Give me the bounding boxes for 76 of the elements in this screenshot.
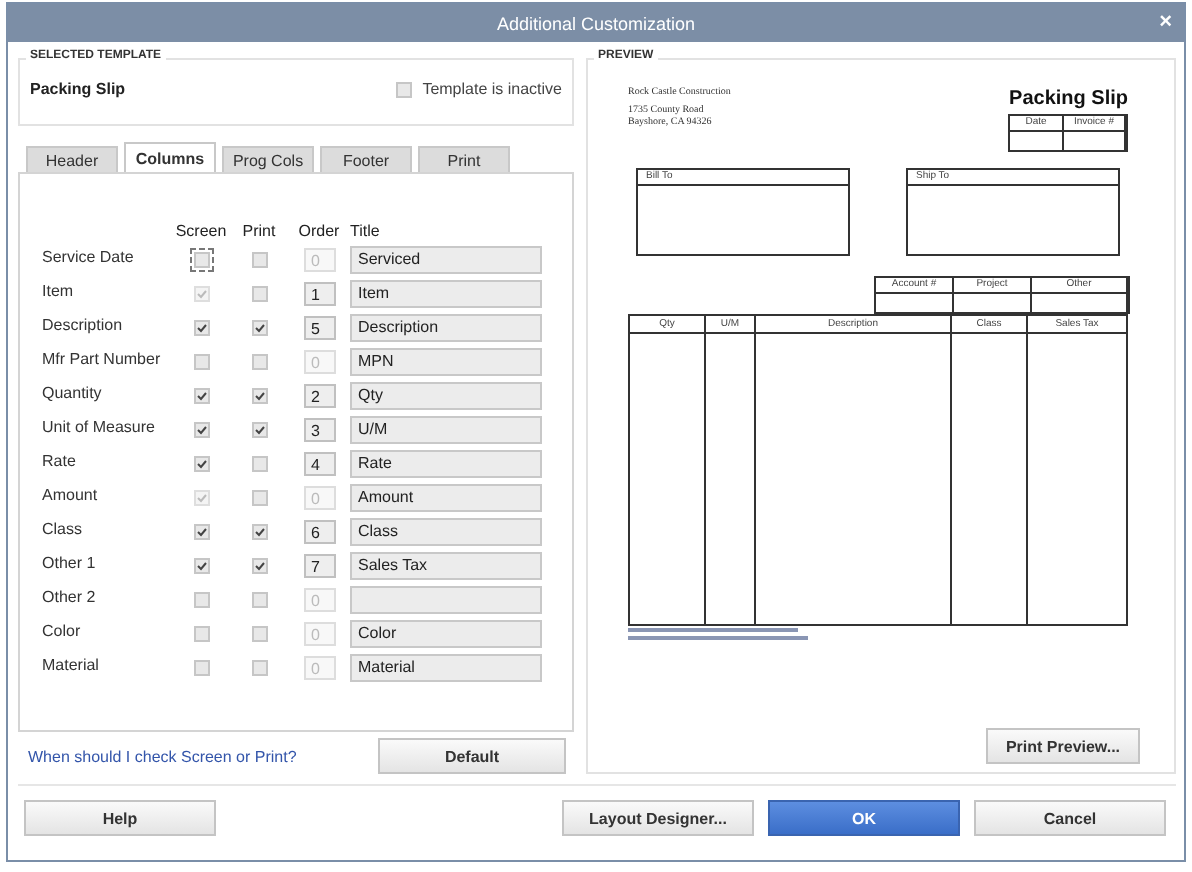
row-label: Other 1 xyxy=(42,553,98,572)
row-label: Unit of Measure xyxy=(42,417,157,436)
order-field[interactable]: 5 xyxy=(303,316,335,341)
column-header: Print xyxy=(240,222,278,241)
title-field[interactable]: Amount xyxy=(350,484,542,513)
row-label: Quantity xyxy=(42,383,104,402)
help-link[interactable]: When should I check Screen or Print? xyxy=(28,747,297,765)
title-field[interactable]: Material xyxy=(350,654,542,683)
row-label: Color xyxy=(42,621,83,640)
dialog-button[interactable]: Cancel xyxy=(974,800,1166,836)
screen-checkbox[interactable] xyxy=(193,660,209,677)
row-label: Description xyxy=(42,315,125,334)
screen-checkbox[interactable] xyxy=(193,558,209,575)
screen-checkbox[interactable] xyxy=(193,388,209,405)
title-field[interactable]: Qty xyxy=(350,382,542,411)
screen-checkbox[interactable] xyxy=(193,422,209,439)
print-checkbox[interactable] xyxy=(251,490,267,507)
print-checkbox[interactable] xyxy=(251,286,267,303)
row-label: Service Date xyxy=(42,247,136,266)
print-checkbox[interactable] xyxy=(251,422,267,439)
title-field[interactable]: MPN xyxy=(350,348,542,377)
column-header: Screen xyxy=(173,222,229,241)
print-checkbox[interactable] xyxy=(251,252,267,269)
title-field[interactable]: Sales Tax xyxy=(350,552,542,581)
print-checkbox[interactable] xyxy=(251,558,267,575)
print-checkbox[interactable] xyxy=(251,524,267,541)
tab[interactable]: Print xyxy=(418,146,510,173)
print-checkbox[interactable] xyxy=(251,456,267,473)
order-field[interactable]: 1 xyxy=(303,282,335,307)
column-header: Title xyxy=(350,222,382,241)
document-title: Packing Slip xyxy=(1009,88,1128,110)
title-field[interactable]: Item xyxy=(350,280,542,309)
window-title: Additional Customization xyxy=(496,13,696,33)
dialog-button[interactable]: OK xyxy=(768,800,960,836)
title-field[interactable]: U/M xyxy=(350,416,542,445)
print-checkbox[interactable] xyxy=(251,320,267,337)
title-field[interactable]: Serviced xyxy=(350,246,542,275)
default-button[interactable]: Default xyxy=(378,738,566,774)
row-label: Class xyxy=(42,519,85,538)
order-field[interactable]: 3 xyxy=(303,418,335,443)
print-checkbox[interactable] xyxy=(251,592,267,609)
column-header: Order xyxy=(296,222,342,241)
print-preview-button[interactable]: Print Preview... xyxy=(986,728,1140,764)
row-label: Other 2 xyxy=(42,587,98,606)
template-name: Packing Slip xyxy=(30,80,126,98)
title-field[interactable]: Color xyxy=(350,620,542,649)
print-checkbox[interactable] xyxy=(251,388,267,405)
print-checkbox[interactable] xyxy=(251,660,267,677)
tab[interactable]: Prog Cols xyxy=(222,146,314,173)
print-checkbox[interactable] xyxy=(251,626,267,643)
tab[interactable]: Header xyxy=(26,146,118,173)
row-label: Material xyxy=(42,655,101,674)
title-field[interactable]: Class xyxy=(350,518,542,547)
row-label: Mfr Part Number xyxy=(42,349,163,368)
order-field[interactable]: 7 xyxy=(303,554,335,579)
dialog-button[interactable]: Help xyxy=(24,800,216,836)
print-checkbox[interactable] xyxy=(251,354,267,371)
order-field[interactable]: 2 xyxy=(303,384,335,409)
row-label: Rate xyxy=(42,451,78,470)
screen-checkbox[interactable] xyxy=(193,354,209,371)
title-field[interactable]: Description xyxy=(350,314,542,343)
row-label: Item xyxy=(42,281,76,300)
order-field[interactable]: 6 xyxy=(303,520,335,545)
inactive-label: Template is inactive xyxy=(422,80,562,98)
tab[interactable]: Columns xyxy=(124,142,216,173)
dialog-button[interactable]: Layout Designer... xyxy=(562,800,754,836)
order-field[interactable]: 4 xyxy=(303,452,335,477)
screen-checkbox[interactable] xyxy=(193,456,209,473)
screen-checkbox[interactable] xyxy=(193,320,209,337)
screen-checkbox[interactable] xyxy=(193,592,209,609)
title-field[interactable]: Rate xyxy=(350,450,542,479)
tab[interactable]: Footer xyxy=(320,146,412,173)
row-label: Amount xyxy=(42,485,100,504)
title-field[interactable] xyxy=(350,586,542,615)
screen-checkbox[interactable] xyxy=(193,524,209,541)
screen-checkbox[interactable] xyxy=(193,626,209,643)
